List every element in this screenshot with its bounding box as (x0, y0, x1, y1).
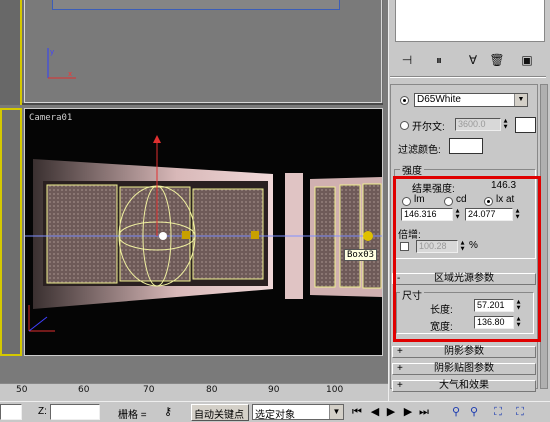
delete-icon[interactable]: 🗑 (486, 51, 508, 69)
rollout-title: 大气和效果 (439, 380, 489, 391)
go-to-end-icon[interactable]: ⏭ (416, 404, 432, 420)
status-field[interactable] (0, 404, 22, 420)
ruler-tick: 60 (78, 385, 90, 395)
filter-color-label: 过滤颜色: (398, 145, 441, 156)
zoom-extents-icon[interactable]: ⛶ (490, 404, 506, 420)
highlight-annotation (393, 176, 541, 342)
plus-icon: + (397, 380, 403, 391)
rollout-shadow-params[interactable]: + 阴影参数 (392, 346, 536, 358)
zoom-all-icon[interactable]: ⚲ (466, 404, 482, 420)
kelvin-label: 开尔文: (412, 122, 445, 133)
ruler-tick: 80 (206, 385, 218, 395)
ruler-tick: 70 (143, 385, 155, 395)
key-icon[interactable]: ⚷ (160, 404, 176, 420)
intensity-group-title: 强度 (400, 162, 424, 177)
zoom-extents-all-icon[interactable]: ⛶ (512, 404, 528, 420)
rollout-title: 阴影贴图参数 (434, 363, 494, 374)
pin-icon[interactable]: ⊣ (396, 51, 418, 69)
timeline-ruler[interactable]: 50 60 70 80 90 100 (0, 383, 388, 401)
grid-label: 栅格 = (118, 410, 147, 421)
kelvin-color-swatch[interactable] (515, 117, 536, 133)
configure-icon[interactable]: ▣ (516, 51, 538, 69)
next-frame-icon[interactable]: ▶ (400, 404, 416, 420)
status-bar: Z: 栅格 = ⚷ 自动关键点 选定对象 ▼ ⏮ ◀ ▶ ▶ ⏭ ⚲ ⚲ ⛶ ⛶ (0, 401, 550, 422)
modifier-stack-toolbar: ⊣ ⏸ ∀ 🗑 ▣ (390, 48, 548, 72)
z-coordinate-field[interactable] (50, 404, 100, 420)
svg-text:x: x (68, 70, 72, 78)
selection-set-value: 选定对象 (255, 410, 295, 421)
color-preset-dropdown[interactable]: D65White ▼ (414, 93, 528, 107)
panel-scrollbar[interactable] (540, 84, 548, 389)
pause-bar-icon[interactable]: ⏸ (428, 51, 450, 69)
kelvin-field[interactable]: 3600.0 (455, 118, 501, 131)
left-viewport-strip[interactable] (0, 108, 22, 356)
kelvin-radio[interactable] (400, 121, 409, 130)
rollout-shadow-map-params[interactable]: + 阴影贴图参数 (392, 363, 536, 375)
axis-gizmo-icon: y x (47, 48, 76, 79)
filter-color-swatch[interactable] (449, 138, 483, 154)
chevron-down-icon: ▼ (329, 405, 343, 419)
color-preset-value: D65White (417, 94, 461, 105)
top-viewport-object (52, 0, 340, 10)
modifier-icon[interactable]: ∀ (462, 51, 484, 69)
zoom-icon[interactable]: ⚲ (448, 404, 464, 420)
plus-icon: + (397, 346, 403, 357)
selection-set-dropdown[interactable]: 选定对象 ▼ (252, 404, 344, 421)
left-viewport-strip-top[interactable] (0, 0, 22, 105)
divider (390, 76, 546, 78)
plus-icon: + (397, 363, 403, 374)
color-preset-radio[interactable] (400, 96, 409, 105)
svg-text:y: y (50, 48, 54, 56)
z-label: Z: (38, 406, 47, 417)
top-viewport[interactable]: y x (22, 0, 383, 105)
go-to-start-icon[interactable]: ⏮ (349, 404, 365, 420)
ruler-tick: 100 (326, 385, 344, 395)
auto-key-button[interactable]: 自动关键点 (191, 404, 249, 421)
chevron-down-icon: ▼ (514, 94, 527, 106)
kelvin-spinner-icon[interactable]: ▲ ▼ (502, 118, 509, 131)
ruler-tick: 90 (268, 385, 280, 395)
object-list-area[interactable] (395, 0, 545, 42)
play-icon[interactable]: ▶ (383, 404, 399, 420)
rollout-title: 阴影参数 (444, 346, 484, 357)
object-tooltip: Box03 (344, 249, 378, 261)
rollout-atmospheres-effects[interactable]: + 大气和效果 (392, 380, 536, 392)
ruler-tick: 50 (16, 385, 28, 395)
previous-frame-icon[interactable]: ◀ (367, 404, 383, 420)
camera-viewport[interactable]: Camera01 Box03 (24, 108, 383, 356)
scene-render (25, 135, 382, 332)
